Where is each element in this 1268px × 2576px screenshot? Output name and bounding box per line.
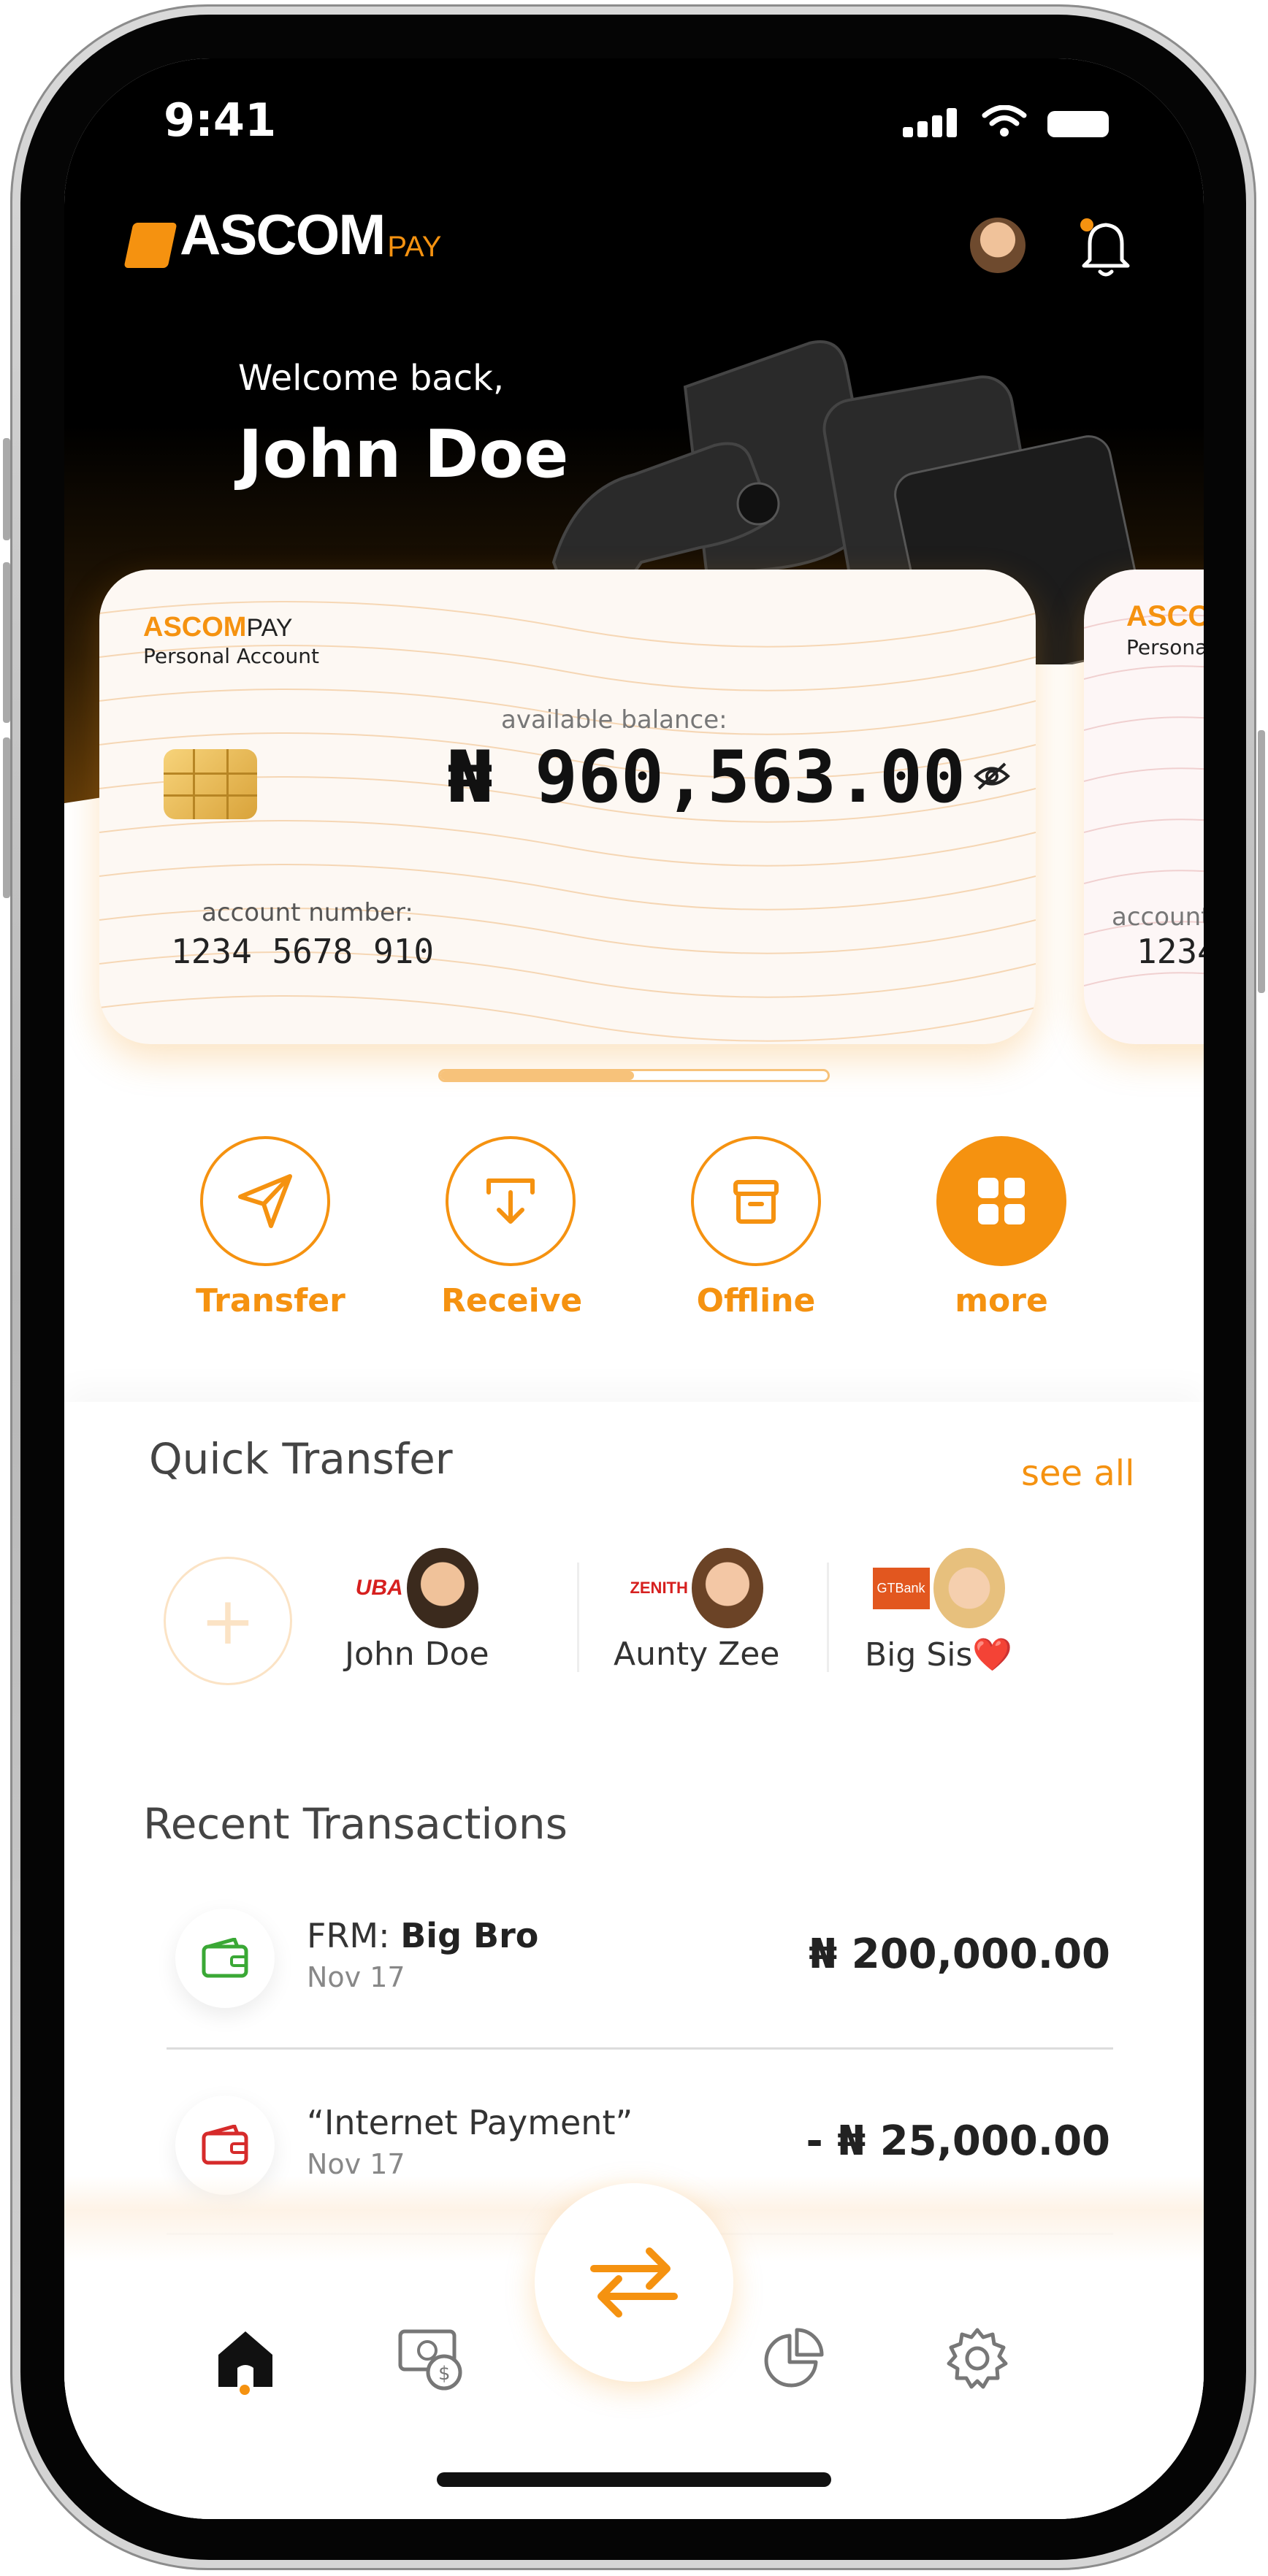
account-card[interactable]: ASCOMPAY Personal Account available bala…	[99, 570, 1036, 1044]
balance-label: available balance:	[501, 705, 727, 735]
card-brand-name: ASCOM	[143, 612, 247, 643]
nav-analytics[interactable]	[757, 2322, 830, 2395]
status-time: 9:41	[164, 93, 277, 147]
transaction-amount: ₦ 200,000.00	[809, 1931, 1110, 1978]
more-action[interactable]: more	[932, 1136, 1071, 1319]
card-account-type: Personal Account	[143, 644, 319, 668]
contact-name: John Doe	[345, 1636, 489, 1673]
power-button	[1258, 730, 1265, 993]
contact-name: Big Sis❤️	[865, 1636, 1013, 1674]
card-brand-suffix: PAY	[246, 614, 293, 642]
contact-avatar	[933, 1548, 1005, 1628]
quick-contact[interactable]: GTBank Big Sis❤️	[865, 1548, 1012, 1674]
status-icons	[903, 105, 1109, 137]
recent-transactions-title: Recent Transactions	[143, 1799, 568, 1849]
more-label: more	[955, 1282, 1048, 1319]
transaction-amount: - ₦ 25,000.00	[806, 2117, 1111, 2165]
account-number-label: account number:	[202, 898, 413, 927]
app-screen: 9:41 ASCOM PAY Welcome back, John Doe AS…	[64, 58, 1204, 2519]
chip-icon	[164, 749, 257, 819]
card2-account-label: account	[1112, 902, 1204, 932]
volume-down-button	[3, 562, 10, 723]
offline-label: Offline	[696, 1282, 816, 1319]
uba-logo: UBA	[355, 1576, 403, 1600]
card-pager	[438, 1069, 830, 1082]
transaction-prefix: FRM:	[307, 1916, 401, 1955]
offline-action[interactable]: Offline	[687, 1136, 825, 1319]
dynamic-island	[451, 88, 817, 190]
archive-icon	[733, 1180, 779, 1224]
hide-balance-icon[interactable]	[973, 759, 1011, 793]
plus-icon: +	[200, 1582, 256, 1660]
receive-button[interactable]	[446, 1136, 576, 1266]
home-icon	[218, 2331, 272, 2387]
download-icon	[486, 1178, 535, 1224]
logo-text: ASCOM	[180, 202, 386, 267]
logo-pay-text: PAY	[387, 231, 442, 263]
receive-label: Receive	[441, 1282, 583, 1319]
welcome-text: Welcome back,	[238, 358, 505, 399]
grid-icon	[978, 1178, 1025, 1224]
more-button[interactable]	[936, 1136, 1066, 1266]
contact-divider	[827, 1563, 829, 1672]
transfer-label: Transfer	[196, 1282, 345, 1319]
signal-icon	[903, 107, 961, 137]
account-card-secondary[interactable]: ASCO Personal account 1234	[1084, 570, 1204, 1044]
transfer-action[interactable]: Transfer	[196, 1136, 345, 1319]
transaction-name: Big Bro	[400, 1916, 539, 1955]
see-all-link[interactable]: see all	[1021, 1453, 1134, 1494]
card-pager-fill	[440, 1071, 634, 1080]
battery-icon	[1047, 111, 1109, 137]
app-logo: ASCOM PAY	[123, 202, 442, 268]
active-indicator	[240, 2385, 250, 2395]
gear-icon	[947, 2328, 1008, 2389]
swap-icon	[590, 2247, 678, 2318]
wallet-icon	[175, 1909, 275, 2008]
transaction-title: “Internet Payment”	[307, 2103, 633, 2142]
logo-mark-icon	[123, 223, 177, 268]
transaction-date: Nov 17	[307, 1961, 405, 1993]
volume-up-button	[3, 438, 10, 540]
zenith-logo: ZENITH	[630, 1579, 688, 1597]
gtbank-logo: GTBank	[872, 1567, 930, 1609]
account-number: 1234 5678 910	[171, 932, 435, 971]
receive-action[interactable]: Receive	[441, 1136, 583, 1319]
transaction-row[interactable]: FRM: Big Bro Nov 17 ₦ 200,000.00	[175, 1909, 1110, 2055]
offline-button[interactable]	[691, 1136, 821, 1266]
nav-bills[interactable]: $	[394, 2322, 467, 2395]
svg-text:$: $	[438, 2363, 451, 2385]
transaction-name: “Internet Payment”	[307, 2103, 633, 2142]
balance-amount: ₦ 960,563.00	[448, 736, 966, 819]
transfer-button[interactable]	[200, 1136, 330, 1266]
user-name: John Doe	[238, 416, 569, 493]
nav-transfer[interactable]	[535, 2183, 733, 2382]
card2-brand: ASCO	[1126, 600, 1204, 632]
nav-settings[interactable]	[941, 2322, 1014, 2395]
card2-account-number: 1234	[1137, 932, 1204, 971]
transaction-title: FRM: Big Bro	[307, 1916, 538, 1955]
card-brand: ASCOMPAY	[143, 612, 292, 643]
quick-transfer-title: Quick Transfer	[149, 1434, 453, 1484]
bell-icon[interactable]	[1077, 215, 1135, 280]
silent-switch	[3, 737, 10, 898]
contact-avatar	[406, 1548, 478, 1628]
add-contact-button[interactable]: +	[164, 1557, 292, 1685]
send-icon	[238, 1174, 292, 1228]
card2-account-type: Personal	[1126, 635, 1204, 659]
contact-divider	[577, 1563, 579, 1672]
quick-contact[interactable]: UBA John Doe	[345, 1548, 489, 1673]
transaction-divider	[167, 2047, 1113, 2050]
profile-avatar[interactable]	[970, 218, 1026, 273]
pie-chart-icon	[764, 2328, 824, 2388]
money-icon: $	[398, 2329, 462, 2391]
quick-contact[interactable]: ZENITH Aunty Zee	[614, 1548, 779, 1673]
wifi-icon	[982, 105, 1027, 137]
nav-home[interactable]	[209, 2322, 282, 2395]
home-indicator	[437, 2472, 831, 2487]
contact-name: Aunty Zee	[614, 1636, 780, 1673]
contact-avatar	[691, 1548, 763, 1628]
